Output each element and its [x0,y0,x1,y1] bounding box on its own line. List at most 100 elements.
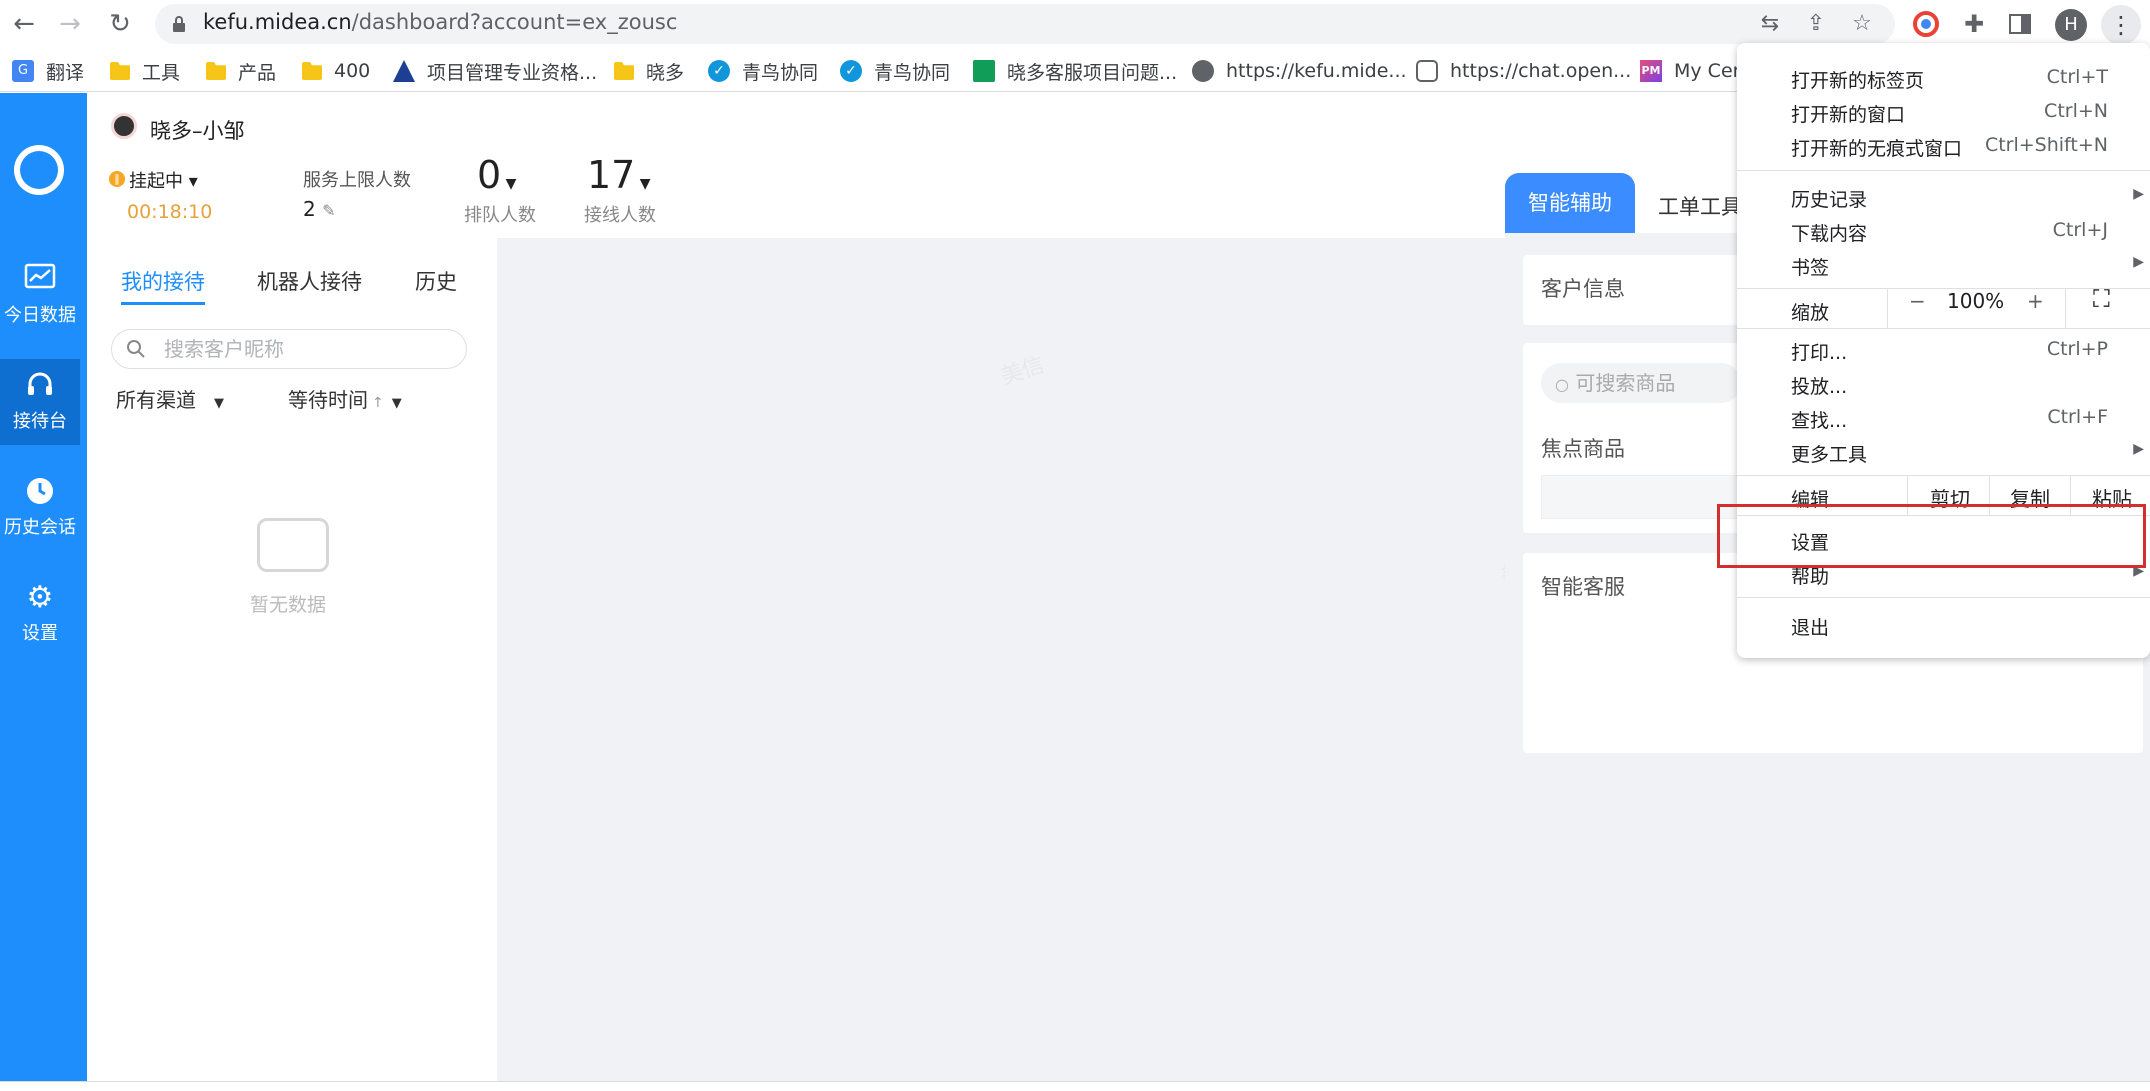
zoom-in-button[interactable]: + [2027,289,2044,313]
reload-icon[interactable]: ↻ [104,8,136,40]
globe-icon [1192,60,1214,82]
sidebar-item-today-data[interactable]: 今日数据 [0,253,80,339]
status-dropdown[interactable]: 挂起中 ▾ [129,167,198,193]
menu-item-exit[interactable]: 退出 [1737,608,2150,642]
tab-ticket-tools[interactable]: 工单工具 [1658,191,1742,221]
queue-count[interactable]: 0 ▼ [477,153,516,197]
tab-robot-reception[interactable]: 机器人接待 [257,266,362,296]
back-icon[interactable]: ← [8,8,40,40]
chart-icon [23,263,57,297]
caret-down-icon: ▼ [391,396,402,411]
focus-product-slot [1541,475,1741,519]
window-bottom-border [0,1081,2150,1091]
settings-highlight-box [1717,504,2146,568]
search-icon: ○ [1555,375,1569,394]
empty-inbox-icon [257,518,329,572]
caret-down-icon: ▼ [214,396,224,411]
menu-item-history[interactable]: 历史记录 ▶ [1737,180,2150,214]
agent-name: 晓多–小邹 [150,119,245,143]
bookmark-item[interactable]: 400 [302,57,370,85]
more-menu-icon[interactable]: ⋮ [2101,5,2141,45]
menu-item-find[interactable]: 查找... Ctrl+F [1737,401,2150,435]
check-icon: ✓ [840,60,862,82]
bookmark-item[interactable]: G 翻译 [12,57,84,85]
watermark: 美信 [997,352,1048,391]
translate-icon: G [12,60,34,82]
menu-item-new-tab[interactable]: 打开新的标签页 Ctrl+T [1737,61,2150,95]
app-logo [14,145,64,195]
pmi-icon [393,60,415,82]
sidebar-item-history[interactable]: 历史会话 [0,465,80,551]
served-count[interactable]: 17 ▼ [587,153,651,197]
caret-down-icon: ▼ [501,176,517,192]
bookmark-item[interactable]: ✓ 青鸟协同 [708,57,818,85]
check-icon: ✓ [708,60,730,82]
menu-divider [1737,475,2150,476]
zoom-out-button[interactable]: − [1909,289,1926,313]
puzzle-icon[interactable]: ✚ [1958,8,1990,40]
menu-item-more-tools[interactable]: 更多工具 ▶ [1737,435,2150,469]
service-limit-value[interactable]: 2 ✎ [303,197,336,221]
pm-icon: PM [1640,60,1662,82]
tab-my-reception[interactable]: 我的接待 [121,266,205,296]
customer-info-title: 客户信息 [1541,277,1625,301]
star-icon[interactable]: ☆ [1849,12,1875,36]
agent-avatar [111,113,137,139]
tab-smart-assist[interactable]: 智能辅助 [1505,173,1635,233]
folder-icon [614,62,634,80]
url-path: /dashboard?account=ex_zousc [351,10,678,34]
chevron-right-icon: ▶ [2133,186,2144,202]
sidebar-item-reception[interactable]: 接待台 [0,359,80,445]
clock-icon [23,475,57,509]
profile-avatar[interactable]: H [2055,9,2087,41]
wait-time-sort[interactable]: 等待时间 ↑ ▼ [288,384,402,413]
chevron-right-icon: ▶ [2133,441,2144,457]
menu-item-incognito[interactable]: 打开新的无痕式窗口 Ctrl+Shift+N [1737,129,2150,163]
bookmark-item[interactable]: 晓多 [614,57,684,85]
folder-icon [302,62,322,80]
bookmark-item[interactable]: 项目管理专业资格... [393,57,597,85]
search-icon [127,340,145,358]
zoom-level: 100% [1947,289,2005,313]
bookmark-item[interactable]: https://chat.open... [1416,57,1631,85]
chevron-right-icon: ▶ [2133,254,2144,270]
fullscreen-icon[interactable]: ⛶ [2093,285,2110,313]
menu-item-print[interactable]: 打印... Ctrl+P [1737,333,2150,367]
menu-item-cast[interactable]: 投放... [1737,367,2150,401]
bookmark-item[interactable]: 工具 [110,57,180,85]
gear-icon: ⚙ [26,580,54,615]
url-host: kefu.midea.cn [203,10,352,34]
bookmark-item[interactable]: 产品 [206,57,276,85]
menu-item-downloads[interactable]: 下载内容 Ctrl+J [1737,214,2150,248]
side-panel-icon[interactable] [2004,8,2036,40]
folder-icon [206,62,226,80]
empty-state-text: 暂无数据 [250,594,327,616]
sidebar-item-settings[interactable]: ⚙ 设置 [0,571,80,657]
service-limit-label: 服务上限人数 [303,170,411,191]
menu-item-bookmarks[interactable]: 书签 ▶ [1737,248,2150,282]
bookmark-item[interactable]: 晓多客服项目问题... [973,57,1177,85]
bookmark-item[interactable]: ✓ 青鸟协同 [840,57,950,85]
menu-divider [1737,288,2150,289]
edit-icon[interactable]: ✎ [322,201,335,220]
customer-search[interactable] [111,329,467,369]
reception-list-panel: 我的接待 机器人接待 历史 所有渠道▼ 等待时间↑▼ 暂无数据 [87,238,497,1081]
chrome-extension-icon[interactable] [1910,8,1942,40]
lock-icon [173,16,185,32]
url-text[interactable]: kefu.midea.cn/dashboard?account=ex_zousc [203,10,677,34]
queue-label: 排队人数 [464,205,536,226]
bookmark-item[interactable]: https://kefu.mide... [1192,57,1407,85]
address-bar[interactable]: kefu.midea.cn/dashboard?account=ex_zousc… [155,4,1895,44]
search-input[interactable] [164,336,454,362]
menu-item-new-window[interactable]: 打开新的窗口 Ctrl+N [1737,95,2150,129]
forward-icon[interactable]: → [54,8,86,40]
bookmark-item[interactable]: PM My Cer [1640,57,1740,85]
tab-history[interactable]: 历史 [415,266,457,296]
sheet-icon [973,60,995,82]
share-icon[interactable]: ⇪ [1803,12,1829,36]
zoom-divider [2065,288,2066,328]
pause-icon: ‖ [109,171,125,187]
channel-filter[interactable]: 所有渠道 ▼ [116,384,224,413]
product-search-input[interactable]: ○ 可搜索商品 [1541,363,1741,403]
translate-page-icon[interactable]: ⇆ [1757,12,1783,36]
